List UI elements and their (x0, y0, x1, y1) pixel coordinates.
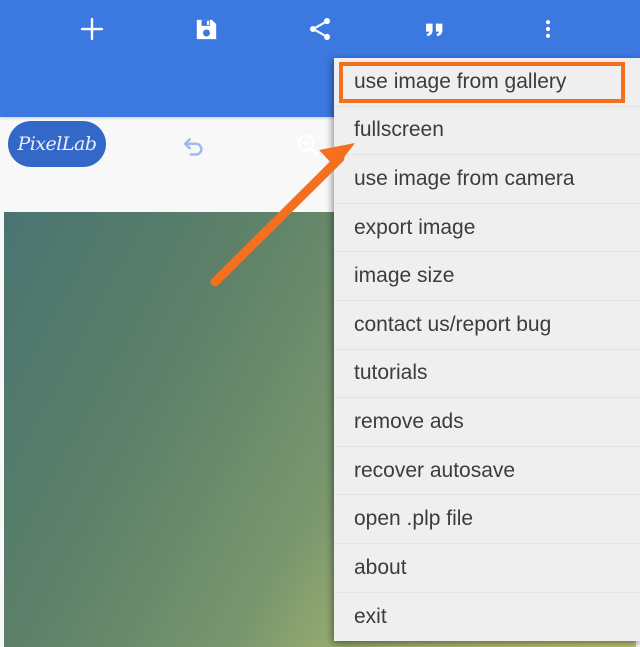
menu-item-label: use image from camera (354, 166, 575, 190)
menu-item-label: about (354, 555, 407, 579)
menu-item-remove-ads[interactable]: remove ads (334, 398, 640, 447)
menu-item-label: use image from gallery (354, 69, 567, 93)
share-icon (306, 15, 334, 43)
menu-item-use-image-from-camera[interactable]: use image from camera (334, 155, 640, 204)
pixellab-logo[interactable]: PixelLab (8, 121, 106, 167)
overflow-menu[interactable]: use image from gallery fullscreen use im… (334, 58, 640, 642)
menu-item-recover-autosave[interactable]: recover autosave (334, 446, 640, 496)
menu-item-exit[interactable]: exit (334, 592, 640, 642)
save-icon (193, 16, 220, 43)
quote-button[interactable] (405, 0, 463, 58)
menu-item-about[interactable]: about (334, 543, 640, 593)
zoom-in-icon (294, 131, 322, 159)
menu-item-label: recover autosave (354, 458, 516, 482)
add-icon (77, 14, 107, 44)
undo-icon (179, 130, 209, 160)
menu-item-tutorials[interactable]: tutorials (334, 349, 640, 399)
add-button[interactable] (63, 0, 121, 58)
pixellab-app-screen: New (0, 0, 640, 647)
toolbar-row-primary (0, 0, 640, 58)
menu-item-label: image size (354, 264, 455, 288)
menu-item-label: open .plp file (354, 507, 474, 531)
share-button[interactable] (291, 0, 349, 58)
menu-item-label: remove ads (354, 409, 464, 433)
menu-item-label: export image (354, 215, 476, 239)
menu-item-contact-us-report-bug[interactable]: contact us/report bug (334, 300, 640, 350)
menu-item-use-image-from-gallery[interactable]: use image from gallery (334, 58, 640, 107)
menu-item-open-plp-file[interactable]: open .plp file (334, 495, 640, 544)
menu-item-image-size[interactable]: image size (334, 252, 640, 301)
save-button[interactable] (177, 0, 235, 58)
menu-item-label: fullscreen (354, 118, 444, 142)
quote-icon (420, 15, 448, 43)
undo-button[interactable] (165, 116, 223, 174)
zoom-in-button[interactable] (279, 116, 337, 174)
menu-item-label: tutorials (354, 361, 428, 385)
menu-item-label: contact us/report bug (354, 312, 552, 336)
pixellab-logo-label: PixelLab (17, 133, 97, 155)
menu-item-fullscreen[interactable]: fullscreen (334, 106, 640, 156)
menu-item-export-image[interactable]: export image (334, 203, 640, 253)
menu-item-label: exit (354, 604, 387, 628)
more-options-icon (536, 17, 560, 41)
more-options-button[interactable] (519, 0, 577, 58)
